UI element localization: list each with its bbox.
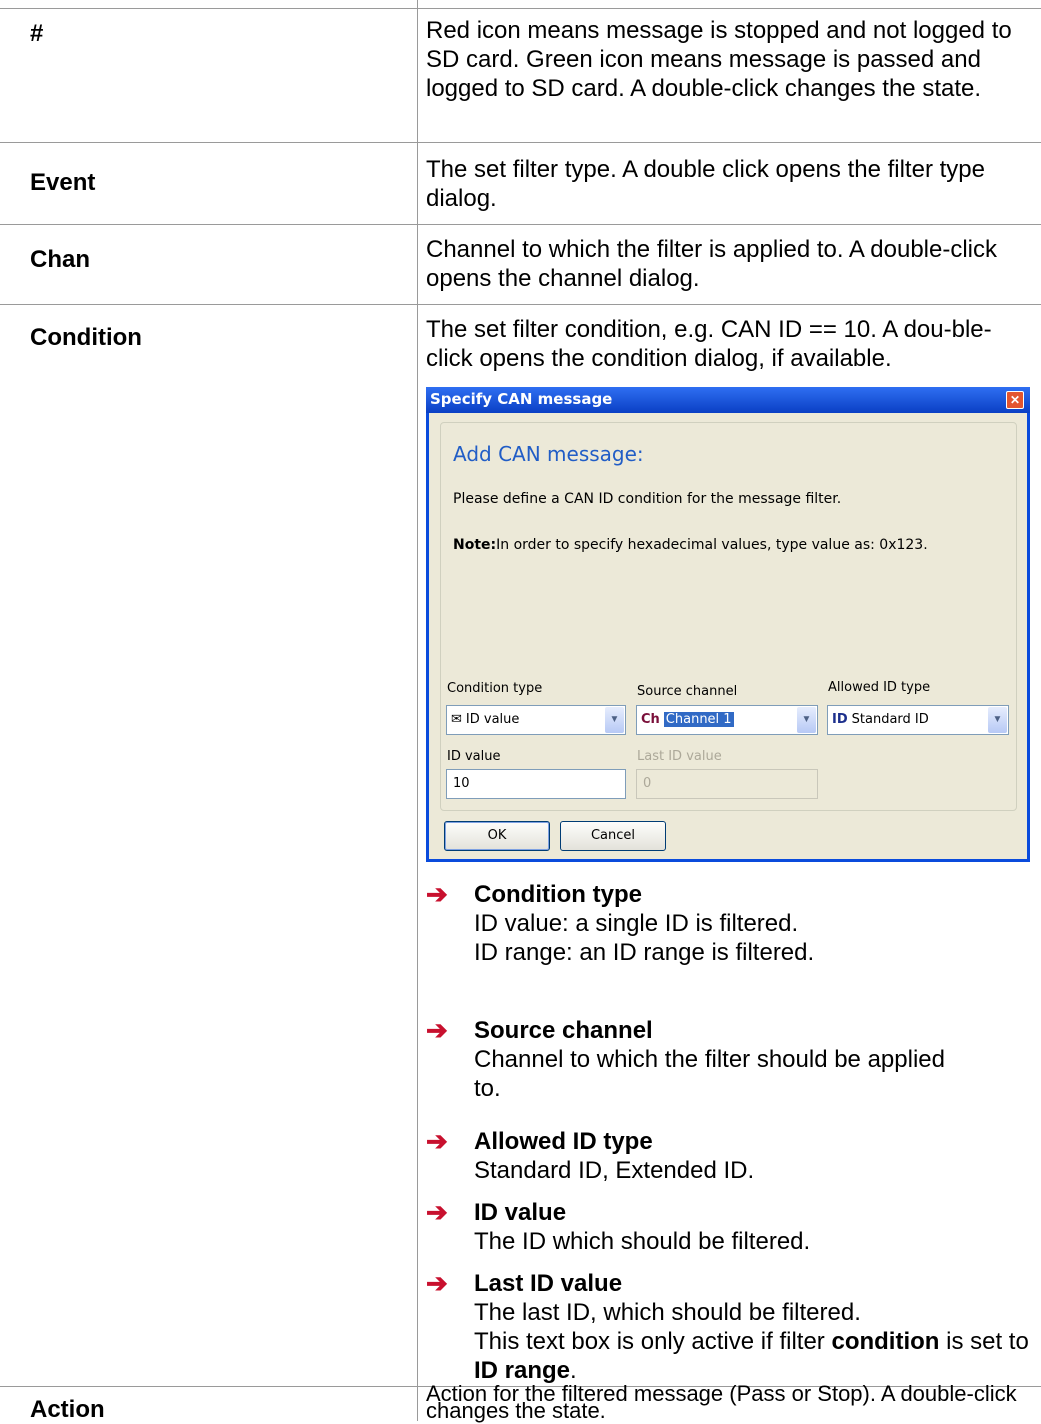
- allowed-id-type-select[interactable]: ID Standard ID ▼: [827, 705, 1009, 735]
- row-term: Condition: [30, 324, 142, 351]
- bullet-title: Last ID value: [474, 1270, 623, 1297]
- bold-condition: condition: [831, 1328, 940, 1355]
- dialog-group-box: [440, 422, 1017, 811]
- cancel-button[interactable]: Cancel: [560, 821, 666, 851]
- envelope-icon: ✉: [451, 712, 462, 727]
- row-term: Chan: [30, 246, 90, 273]
- bullet-title: Condition type: [474, 881, 642, 908]
- allowed-id-type-value: Standard ID: [851, 712, 929, 727]
- bullet-line-extra: This text box is only active if filter c…: [474, 1328, 1029, 1384]
- arrow-icon: ➔: [426, 1126, 448, 1156]
- last-id-value-input[interactable]: 0: [636, 769, 818, 799]
- condition-type-select[interactable]: ✉ ID value ▼: [446, 705, 626, 735]
- id-value-label: ID value: [447, 749, 501, 764]
- row-description: The set filter type. A double click open…: [426, 156, 985, 212]
- last-id-value-text: 0: [643, 776, 652, 791]
- dialog-instruction: Please define a CAN ID condition for the…: [453, 491, 842, 507]
- bullet-line: ID value: a single ID is filtered.: [474, 910, 799, 937]
- bullet-line: Standard ID, Extended ID.: [474, 1157, 755, 1184]
- condition-type-value: ID value: [465, 712, 520, 727]
- row-term: #: [30, 20, 44, 47]
- action-description: Action for the filtered message (Pass or…: [426, 1381, 1017, 1423]
- arrow-icon: ➔: [426, 1268, 448, 1298]
- bullet-title: ID value: [474, 1199, 567, 1226]
- arrow-icon: ➔: [426, 879, 448, 909]
- bullet-line: The last ID, which should be filtered.: [474, 1299, 861, 1326]
- dialog-title: Specify CAN message: [430, 390, 613, 408]
- arrow-icon: ➔: [426, 1015, 448, 1045]
- bullet-line: Channel to which the filter should be ap…: [474, 1046, 945, 1073]
- arrow-icon: ➔: [426, 1197, 448, 1227]
- source-channel-value: Channel 1: [663, 712, 734, 727]
- channel-icon: Ch: [641, 712, 660, 727]
- chevron-down-icon[interactable]: ▼: [797, 707, 816, 733]
- bullet-line: ID range: an ID range is filtered.: [474, 939, 815, 966]
- row-description: Channel to which the filter is applied t…: [426, 236, 997, 292]
- note-label: Note:: [453, 537, 497, 553]
- specify-can-message-dialog: Specify CAN message ✕ Add CAN message: P…: [426, 387, 1030, 862]
- row-term: Event: [30, 169, 96, 196]
- condition-type-label: Condition type: [447, 681, 543, 696]
- dialog-heading: Add CAN message:: [453, 442, 644, 466]
- id-value-input[interactable]: 10: [446, 769, 626, 799]
- dialog-note: Note:In order to specify hexadecimal val…: [453, 537, 928, 553]
- bullet-line: The ID which should be filtered.: [474, 1228, 811, 1255]
- bullet-title: Source channel: [474, 1017, 653, 1044]
- id-value-text: 10: [453, 776, 470, 791]
- bullet-line: to.: [474, 1075, 501, 1102]
- id-icon: ID: [832, 712, 848, 727]
- note-text: In order to specify hexadecimal values, …: [496, 537, 928, 553]
- dialog-body: Add CAN message: Please define a CAN ID …: [429, 413, 1027, 859]
- row-description: Red icon means message is stopped and no…: [426, 17, 1012, 102]
- row-term: Action: [30, 1396, 105, 1423]
- chevron-down-icon[interactable]: ▼: [988, 707, 1007, 733]
- bold-id-range: ID range: [474, 1357, 571, 1384]
- row-description: The set filter condition, e.g. CAN ID ==…: [426, 316, 992, 372]
- allowed-id-type-label: Allowed ID type: [828, 680, 931, 695]
- dialog-titlebar: Specify CAN message ✕: [426, 387, 1030, 413]
- source-channel-select[interactable]: Ch Channel 1 ▼: [636, 705, 818, 735]
- last-id-value-label: Last ID value: [637, 749, 722, 764]
- chevron-down-icon[interactable]: ▼: [605, 707, 624, 733]
- close-icon[interactable]: ✕: [1006, 391, 1024, 409]
- bullet-title: Allowed ID type: [474, 1128, 653, 1155]
- ok-button[interactable]: OK: [444, 821, 550, 851]
- source-channel-label: Source channel: [637, 684, 738, 699]
